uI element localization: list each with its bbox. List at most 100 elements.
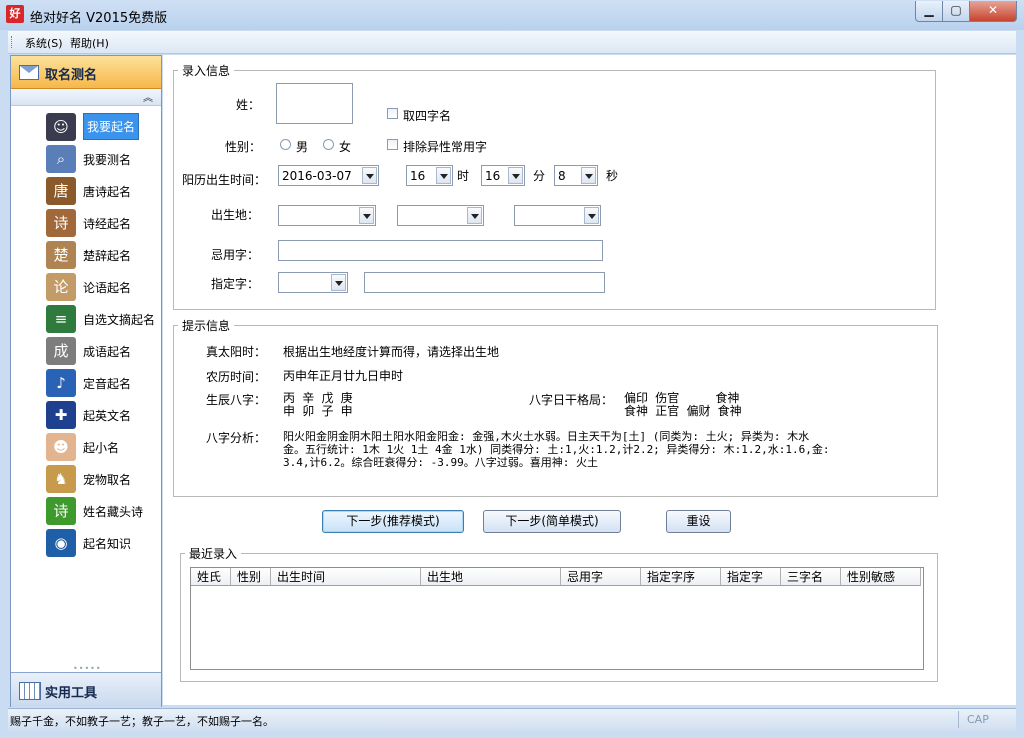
- sidebar-item[interactable]: ⌕ 我要测名: [11, 144, 161, 174]
- minute-select[interactable]: 16: [481, 165, 525, 186]
- dropdown-arrow-icon[interactable]: [436, 167, 451, 184]
- sidebar-item-label: 定音起名: [83, 377, 132, 391]
- lunar-time-value: 丙申年正月廿九日申时: [283, 369, 404, 383]
- sidebar-item-label: 姓名藏头诗: [83, 505, 144, 519]
- next-recommend-button[interactable]: 下一步(推荐模式): [322, 510, 464, 533]
- second-unit-label: 秒: [606, 169, 619, 183]
- title-bar[interactable]: 好 绝对好名 V2015免费版 ▁ ▢ ✕: [0, 0, 1024, 30]
- sidebar: 取名测名 ︽ ☺ 我要起名 ⌕ 我要测名唐唐诗起名诗诗经起名楚楚辞起名论论语起名 ≡ 自选…: [10, 55, 162, 707]
- chuci-book-icon: 楚: [46, 241, 76, 269]
- dropdown-arrow-icon[interactable]: [362, 167, 377, 184]
- recent-table[interactable]: 姓氏 性别 出生时间 出生地 忌用字 指定字序 指定字 三字名 性别敏感: [190, 567, 924, 670]
- male-radio[interactable]: [280, 139, 291, 150]
- female-radio[interactable]: [323, 139, 334, 150]
- sidebar-item[interactable]: 唐唐诗起名: [11, 176, 161, 206]
- sidebar-item[interactable]: ✚ 起英文名: [11, 400, 161, 430]
- sidebar-collapse-bar[interactable]: ︽: [11, 89, 161, 106]
- sidebar-item[interactable]: 成成语起名: [11, 336, 161, 366]
- magnifier-icon: ⌕: [46, 145, 76, 173]
- table-header-cell[interactable]: 出生时间: [271, 568, 421, 586]
- dropdown-arrow-icon[interactable]: [359, 207, 374, 224]
- sidebar-item[interactable]: ☺ 我要起名: [11, 112, 161, 142]
- birth-date-picker[interactable]: 2016-03-07: [278, 165, 379, 186]
- sidebar-item[interactable]: ◉ 起名知识: [11, 528, 161, 558]
- menu-bar: 系统(S) 帮助(H): [8, 31, 1016, 54]
- table-header-cell[interactable]: 性别敏感: [841, 568, 921, 586]
- analysis-label: 八字分析：: [206, 431, 267, 445]
- gender-label: 性别：: [225, 140, 262, 154]
- close-button[interactable]: ✕: [969, 1, 1017, 22]
- sidebar-item-label: 论语起名: [83, 281, 132, 295]
- sidebar-footer-label: 实用工具: [45, 686, 98, 701]
- table-header-cell[interactable]: 指定字: [721, 568, 781, 586]
- right-margin: [953, 55, 1016, 705]
- avoid-chars-input[interactable]: [278, 240, 603, 261]
- table-header-cell[interactable]: 指定字序: [641, 568, 721, 586]
- exclude-opposite-checkbox[interactable]: [387, 139, 398, 150]
- fixed-chars-label: 指定字：: [211, 277, 260, 291]
- next-simple-button[interactable]: 下一步(简单模式): [483, 510, 621, 533]
- sidebar-item[interactable]: 诗姓名藏头诗: [11, 496, 161, 526]
- fixed-position-select[interactable]: [278, 272, 348, 293]
- person-icon: ☺: [46, 113, 76, 141]
- analysis-line-1: 阳火阳金阴金阴木阳土阳水阳金阳金: 金强,木火土水弱。日主天干为[土] (同类为…: [283, 430, 810, 443]
- hour-unit-label: 时: [457, 169, 470, 183]
- district-select[interactable]: [514, 205, 601, 226]
- baby-icon: ☻: [46, 433, 76, 461]
- sidebar-item[interactable]: 论论语起名: [11, 272, 161, 302]
- dropdown-arrow-icon[interactable]: [584, 207, 599, 224]
- hour-select[interactable]: 16: [406, 165, 453, 186]
- table-header-cell[interactable]: 姓氏: [191, 568, 231, 586]
- table-header-cell[interactable]: 性别: [231, 568, 271, 586]
- sidebar-item[interactable]: 诗诗经起名: [11, 208, 161, 238]
- sidebar-item-label: 宠物取名: [83, 473, 132, 487]
- second-select[interactable]: 8: [554, 165, 598, 186]
- exclude-opposite-label: 排除异性常用字: [403, 140, 488, 154]
- female-label: 女: [339, 140, 352, 154]
- hint-legend: 提示信息: [182, 319, 231, 333]
- city-select[interactable]: [397, 205, 484, 226]
- double-chevron-up-icon[interactable]: ︽: [143, 89, 153, 104]
- male-label: 男: [296, 140, 309, 154]
- menu-help[interactable]: 帮助(H): [70, 35, 109, 51]
- maximize-button[interactable]: ▢: [942, 1, 970, 22]
- entry-legend: 录入信息: [182, 64, 231, 78]
- fixed-chars-input[interactable]: [364, 272, 605, 293]
- table-header-cell[interactable]: 忌用字: [561, 568, 641, 586]
- sidebar-item-label: 起英文名: [83, 409, 132, 423]
- envelope-icon: [19, 65, 39, 80]
- sidebar-header-label: 取名测名: [45, 68, 98, 83]
- dropdown-arrow-icon[interactable]: [467, 207, 482, 224]
- sidebar-item-label: 唐诗起名: [83, 185, 132, 199]
- sidebar-footer[interactable]: 实用工具: [11, 672, 161, 707]
- sidebar-item[interactable]: ♞ 宠物取名: [11, 464, 161, 494]
- surname-label: 姓：: [236, 98, 261, 112]
- four-char-checkbox[interactable]: [387, 108, 398, 119]
- menu-system[interactable]: 系统(S): [25, 35, 63, 51]
- sidebar-item[interactable]: ☻ 起小名: [11, 432, 161, 462]
- sidebar-item[interactable]: 楚楚辞起名: [11, 240, 161, 270]
- sidebar-header[interactable]: 取名测名: [11, 56, 161, 89]
- sidebar-item[interactable]: ♪ 定音起名: [11, 368, 161, 398]
- birth-time-label: 阳历出生时间：: [182, 173, 267, 187]
- sidebar-item-label: 诗经起名: [83, 217, 132, 231]
- table-header-cell[interactable]: 出生地: [421, 568, 561, 586]
- minimize-button[interactable]: ▁: [915, 1, 943, 22]
- dropdown-arrow-icon[interactable]: [508, 167, 523, 184]
- window-title: 绝对好名 V2015免费版: [30, 11, 168, 26]
- avoid-chars-label: 忌用字：: [211, 248, 260, 262]
- reset-button[interactable]: 重设: [666, 510, 731, 533]
- table-header-cell[interactable]: 三字名: [781, 568, 841, 586]
- sidebar-item[interactable]: ≡ 自选文摘起名: [11, 304, 161, 334]
- app-logo-icon: 好: [6, 5, 24, 23]
- dropdown-arrow-icon[interactable]: [331, 274, 346, 291]
- province-select[interactable]: [278, 205, 376, 226]
- uk-flag-icon: ✚: [46, 401, 76, 429]
- sidebar-item-label: 我要起名: [83, 113, 140, 140]
- dropdown-arrow-icon[interactable]: [581, 167, 596, 184]
- sidebar-item-label: 成语起名: [83, 345, 132, 359]
- gege-line-2: 食神 正官 偏财 食神: [624, 404, 742, 418]
- bazi-stems: 丙 辛 戊 庚: [283, 391, 353, 405]
- analysis-line-2: 金。五行统计: 1木 1火 1土 4金 1水) 同类得分: 土:1,火:1.2,…: [283, 443, 830, 456]
- surname-input[interactable]: [276, 83, 353, 124]
